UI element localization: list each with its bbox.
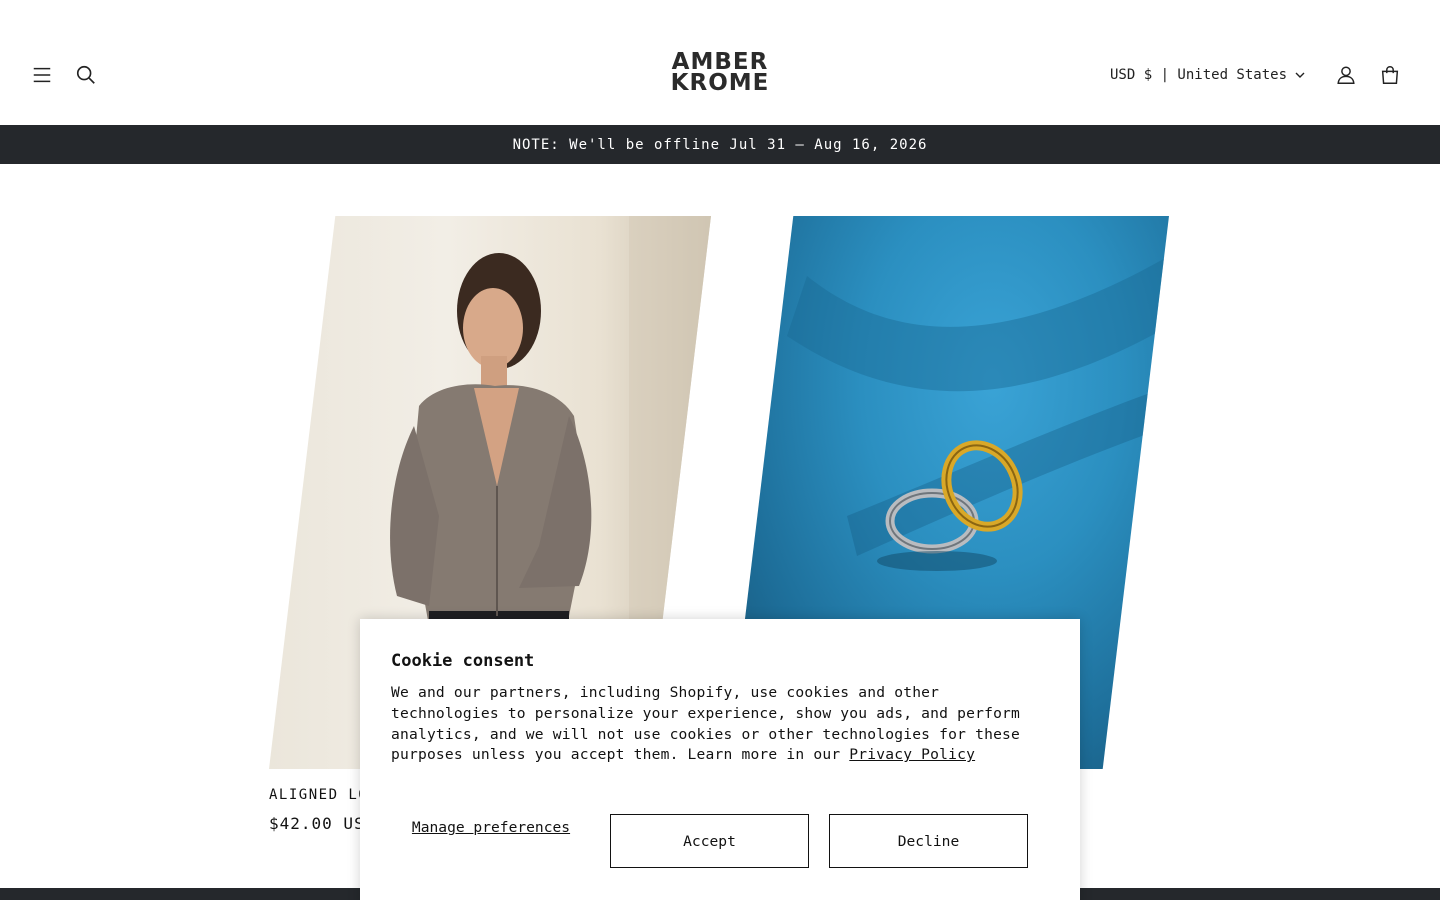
cookie-consent-title: Cookie consent bbox=[391, 651, 535, 671]
cookie-consent-banner: Cookie consent We and our partners, incl… bbox=[360, 619, 1080, 900]
product-price: $42.00 US bbox=[269, 814, 365, 833]
search-icon[interactable] bbox=[72, 61, 100, 89]
site-header: AMBER KROME USD $ | United States bbox=[0, 0, 1440, 125]
cookie-consent-text: We and our partners, including Shopify, … bbox=[391, 683, 1049, 766]
chevron-down-icon bbox=[1295, 72, 1305, 78]
cookie-actions: Manage preferences Accept Decline bbox=[391, 814, 1031, 868]
announcement-bar: NOTE: We'll be offline Jul 31 – Aug 16, … bbox=[0, 125, 1440, 164]
cart-icon[interactable] bbox=[1376, 61, 1404, 89]
currency-selector[interactable]: USD $ | United States bbox=[1110, 63, 1305, 87]
hamburger-menu-icon[interactable] bbox=[28, 61, 56, 89]
currency-label: USD $ | United States bbox=[1110, 67, 1288, 83]
account-icon[interactable] bbox=[1332, 61, 1360, 89]
brand-logo[interactable]: AMBER KROME bbox=[620, 51, 820, 96]
logo-line-2: KROME bbox=[670, 70, 770, 96]
announcement-text: NOTE: We'll be offline Jul 31 – Aug 16, … bbox=[512, 136, 928, 153]
decline-button[interactable]: Decline bbox=[829, 814, 1028, 868]
accept-button[interactable]: Accept bbox=[610, 814, 809, 868]
privacy-policy-link[interactable]: Privacy Policy bbox=[849, 746, 975, 763]
manage-preferences-link[interactable]: Manage preferences bbox=[411, 818, 571, 837]
